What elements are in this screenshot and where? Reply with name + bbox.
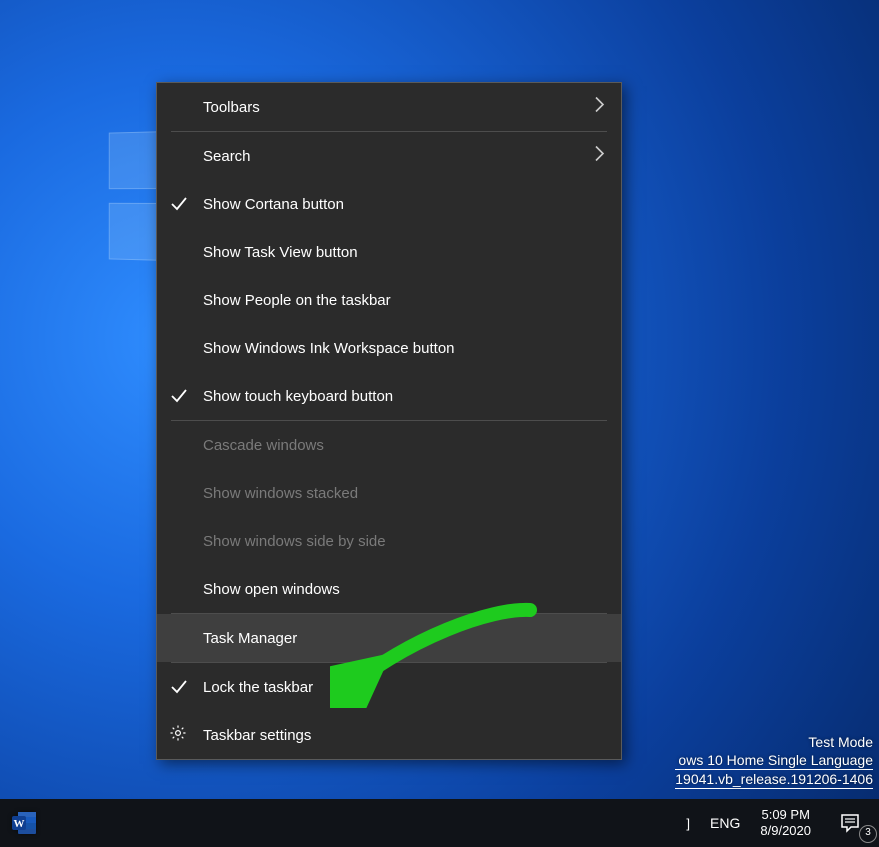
desktop-wallpaper[interactable]: Toolbars Search Show Cortana button Show…	[0, 0, 879, 847]
menu-item-label: Toolbars	[203, 99, 260, 116]
menu-item-toolbars[interactable]: Toolbars	[157, 83, 621, 131]
taskbar[interactable]: W ] ENG 5:09 PM 8/9/2020 3	[0, 799, 879, 847]
tray-action-center[interactable]: 3	[821, 799, 879, 847]
menu-item-label: Show Task View button	[203, 244, 358, 261]
menu-item-label: Show touch keyboard button	[203, 388, 393, 405]
menu-item-label: Cascade windows	[203, 437, 324, 454]
notification-badge: 3	[859, 825, 877, 843]
tray-time: 5:09 PM	[761, 807, 809, 823]
watermark-line: 19041.vb_release.191206-1406	[675, 770, 873, 789]
menu-item-show-windows-ink-workspace-button[interactable]: Show Windows Ink Workspace button	[157, 324, 621, 372]
menu-item-label: Show People on the taskbar	[203, 292, 391, 309]
menu-item-label: Task Manager	[203, 630, 297, 647]
word-icon: W	[10, 808, 40, 838]
menu-item-show-task-view-button[interactable]: Show Task View button	[157, 228, 621, 276]
desktop-watermark: Test Mode ows 10 Home Single Language 19…	[675, 733, 873, 789]
check-icon	[169, 677, 189, 697]
menu-item-label: Show Windows Ink Workspace button	[203, 340, 455, 357]
menu-item-show-windows-side-by-side: Show windows side by side	[157, 517, 621, 565]
gear-icon	[169, 724, 187, 746]
tray-ime-label: ]	[686, 816, 690, 831]
menu-item-label: Search	[203, 148, 251, 165]
taskbar-context-menu: Toolbars Search Show Cortana button Show…	[156, 82, 622, 760]
check-icon	[169, 386, 189, 406]
check-icon	[169, 194, 189, 214]
menu-item-show-open-windows[interactable]: Show open windows	[157, 565, 621, 613]
menu-item-label: Show windows side by side	[203, 533, 386, 550]
taskbar-app-word[interactable]: W	[0, 799, 50, 847]
watermark-line: ows 10 Home Single Language	[675, 751, 873, 770]
menu-item-search[interactable]: Search	[157, 132, 621, 180]
menu-item-label: Taskbar settings	[203, 727, 311, 744]
tray-language-indicator[interactable]: ENG	[700, 799, 750, 847]
watermark-line: Test Mode	[675, 733, 873, 751]
menu-item-show-people-on-the-taskbar[interactable]: Show People on the taskbar	[157, 276, 621, 324]
tray-clock[interactable]: 5:09 PM 8/9/2020	[750, 807, 821, 839]
notification-icon	[840, 813, 860, 833]
menu-item-show-touch-keyboard-button[interactable]: Show touch keyboard button	[157, 372, 621, 420]
menu-item-show-windows-stacked: Show windows stacked	[157, 469, 621, 517]
svg-text:W: W	[14, 818, 25, 830]
chevron-right-icon	[595, 97, 605, 118]
tray-language-label: ENG	[710, 815, 740, 831]
menu-item-lock-the-taskbar[interactable]: Lock the taskbar	[157, 663, 621, 711]
menu-item-label: Show Cortana button	[203, 196, 344, 213]
tray-ime-indicator[interactable]: ]	[676, 799, 700, 847]
menu-item-taskbar-settings[interactable]: Taskbar settings	[157, 711, 621, 759]
menu-item-label: Show open windows	[203, 581, 340, 598]
chevron-right-icon	[595, 146, 605, 167]
menu-item-cascade-windows: Cascade windows	[157, 421, 621, 469]
menu-item-show-cortana-button[interactable]: Show Cortana button	[157, 180, 621, 228]
menu-item-task-manager[interactable]: Task Manager	[157, 614, 621, 662]
menu-item-label: Lock the taskbar	[203, 679, 313, 696]
menu-item-label: Show windows stacked	[203, 485, 358, 502]
tray-date: 8/9/2020	[760, 823, 811, 839]
